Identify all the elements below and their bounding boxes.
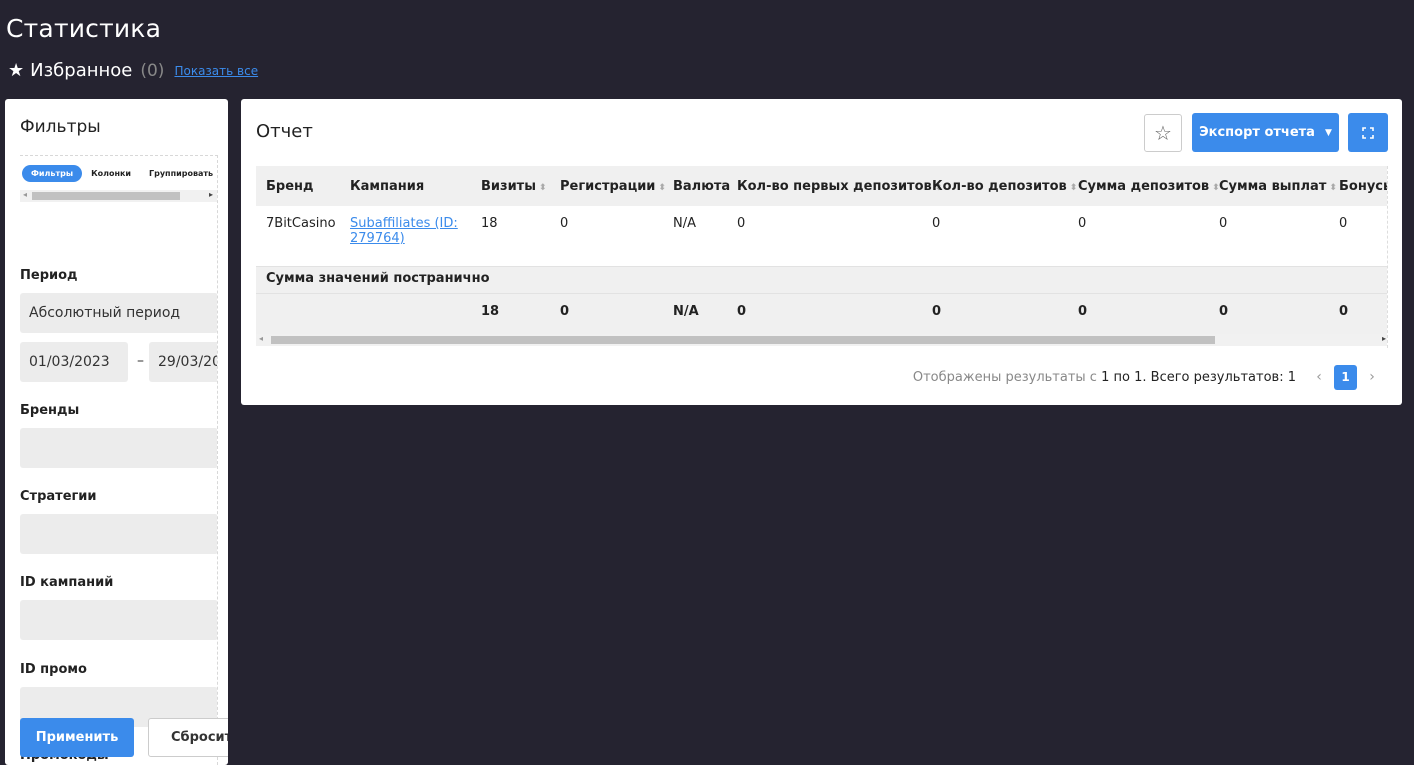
caret-down-icon: ▼ [1324,127,1332,138]
tabs-scrollbar[interactable]: ◂ ▸ [20,190,217,202]
strategies-label: Стратегии [20,489,97,504]
reset-button[interactable]: Сбросить [148,718,228,757]
sum-registrations: 0 [550,293,663,334]
filters-tabs: Фильтры Колонки Группировать [20,156,217,190]
cell-payout-sum: 0 [1219,216,1228,231]
campaign-ids-label: ID кампаний [20,575,114,590]
filters-title: Фильтры [20,117,101,137]
col-registrations[interactable]: Регистрации ⬍ [550,166,666,206]
brands-label: Бренды [20,403,80,418]
sum-deposit-sum: 0 [1068,293,1209,334]
strategies-select[interactable] [20,514,217,554]
scroll-right-icon[interactable]: ▸ [209,190,213,199]
cell-currency: N/A [673,216,696,231]
table-scrollbar[interactable]: ◂ ▸ [256,334,1387,346]
chevron-right-icon[interactable]: › [1357,369,1387,385]
export-report-button[interactable]: Экспорт отчета ▼ [1192,113,1339,152]
results-total-label: . Всего результатов: [1142,369,1284,385]
fullscreen-icon [1362,126,1374,139]
sum-bonuses: 0 [1329,293,1387,334]
scroll-left-icon[interactable]: ◂ [23,190,27,199]
sort-icon: ⬍ [1069,182,1078,193]
col-visits[interactable]: Визиты ⬍ [471,166,550,206]
col-campaign: Кампания [340,166,471,206]
page-button-1[interactable]: 1 [1334,364,1357,390]
sum-first-deposits: 0 [727,293,922,334]
report-table: Бренд Кампания Визиты ⬍ Регистрации ⬍ Валю… [256,166,1387,334]
report-table-container: Бренд Кампания Визиты ⬍ Регистрации ⬍ Валю… [256,166,1388,348]
col-deposit-sum[interactable]: Сумма депозитов ⬍ [1068,166,1220,206]
report-panel: Отчет ☆ Экспорт отчета ▼ Бренд Кампания … [241,99,1402,405]
cell-deposit-sum: 0 [1078,216,1087,231]
page-title: Статистика [6,14,162,43]
show-all-link[interactable]: Показать все [174,64,258,78]
table-header-row: Бренд Кампания Визиты ⬍ Регистрации ⬍ Валю… [256,166,1387,206]
promo-ids-label: ID промо [20,662,87,677]
col-bonuses: Бонусы [1329,166,1387,206]
apply-button[interactable]: Применить [20,718,134,757]
results-mid: по [1113,369,1130,385]
scrollbar-thumb[interactable] [32,192,180,200]
campaign-link[interactable]: Subaffiliates (ID: 279764) [350,216,458,246]
brands-select[interactable] [20,428,217,468]
cell-registrations: 0 [560,216,569,231]
date-from-input[interactable]: 01/03/2023 [20,342,128,382]
period-select[interactable]: Абсолютный период [20,293,217,333]
results-prefix: Отображены результаты с [912,369,1097,385]
results-total: 1 [1287,369,1296,385]
cell-campaign: Subaffiliates (ID: 279764) [340,206,471,266]
col-first-deposits[interactable]: Кол-во первых депозитов⬍ [727,166,942,206]
scroll-left-icon[interactable]: ◂ [259,334,263,343]
fullscreen-button[interactable] [1348,113,1388,152]
tab-filters[interactable]: Фильтры [22,164,83,182]
chevron-left-icon[interactable]: ‹ [1304,369,1334,385]
results-to: 1 [1134,369,1143,385]
sum-payout-sum: 0 [1209,293,1329,334]
sort-icon: ⬍ [658,182,666,193]
scrollbar-thumb[interactable] [271,336,1215,344]
favorites-count: (0) [140,60,165,81]
table-row: 7BitCasino Subaffiliates (ID: 279764) 18… [256,206,1387,266]
col-currency: Валюта [663,166,730,206]
date-separator: – [137,353,144,369]
export-label: Экспорт отчета [1199,125,1315,140]
sum-brand [256,293,340,334]
report-title: Отчет [256,121,313,142]
tab-group[interactable]: Группировать [140,165,217,182]
sum-campaign [340,293,471,334]
col-brand: Бренд [256,166,340,206]
campaign-ids-select[interactable] [20,600,217,640]
filters-scroll-area[interactable]: Фильтры Колонки Группировать ◂ ▸ Период … [20,155,218,765]
tab-columns[interactable]: Колонки [82,165,140,182]
cell-visits: 18 [481,216,498,231]
sum-deposits: 0 [922,293,1068,334]
pagination: Отображены результаты с 1 по 1. Всего ре… [913,364,1387,390]
favorites-label: Избранное [30,60,133,81]
col-payout-sum[interactable]: Сумма выплат ⬍ [1209,166,1337,206]
sort-icon: ⬍ [538,182,547,193]
sort-icon: ⬍ [1329,182,1337,193]
star-outline-icon: ☆ [1154,121,1172,145]
cell-bonuses: 0 [1339,216,1348,231]
add-favorite-button[interactable]: ☆ [1144,114,1182,152]
cell-first-deposits: 0 [737,216,746,231]
cell-brand: 7BitCasino [266,216,336,231]
summary-header-row: Сумма значений постранично [256,265,1387,294]
period-label: Период [20,268,78,283]
col-deposits[interactable]: Кол-во депозитов ⬍ [922,166,1077,206]
summary-row: 18 0 N/A 0 0 0 0 0 [256,293,1387,334]
star-icon: ★ [8,59,25,81]
favorites-row: ★ Избранное (0) Показать все [8,60,258,81]
summary-label: Сумма значений постранично [256,265,1387,294]
date-to-input[interactable]: 29/03/2023 [149,342,217,382]
scroll-right-icon[interactable]: ▸ [1382,334,1386,343]
cell-deposits: 0 [932,216,941,231]
filters-panel: Фильтры Фильтры Колонки Группировать ◂ ▸… [5,99,228,765]
sum-visits: 18 [471,293,550,334]
sum-currency: N/A [663,293,727,334]
results-from: 1 [1101,369,1110,385]
